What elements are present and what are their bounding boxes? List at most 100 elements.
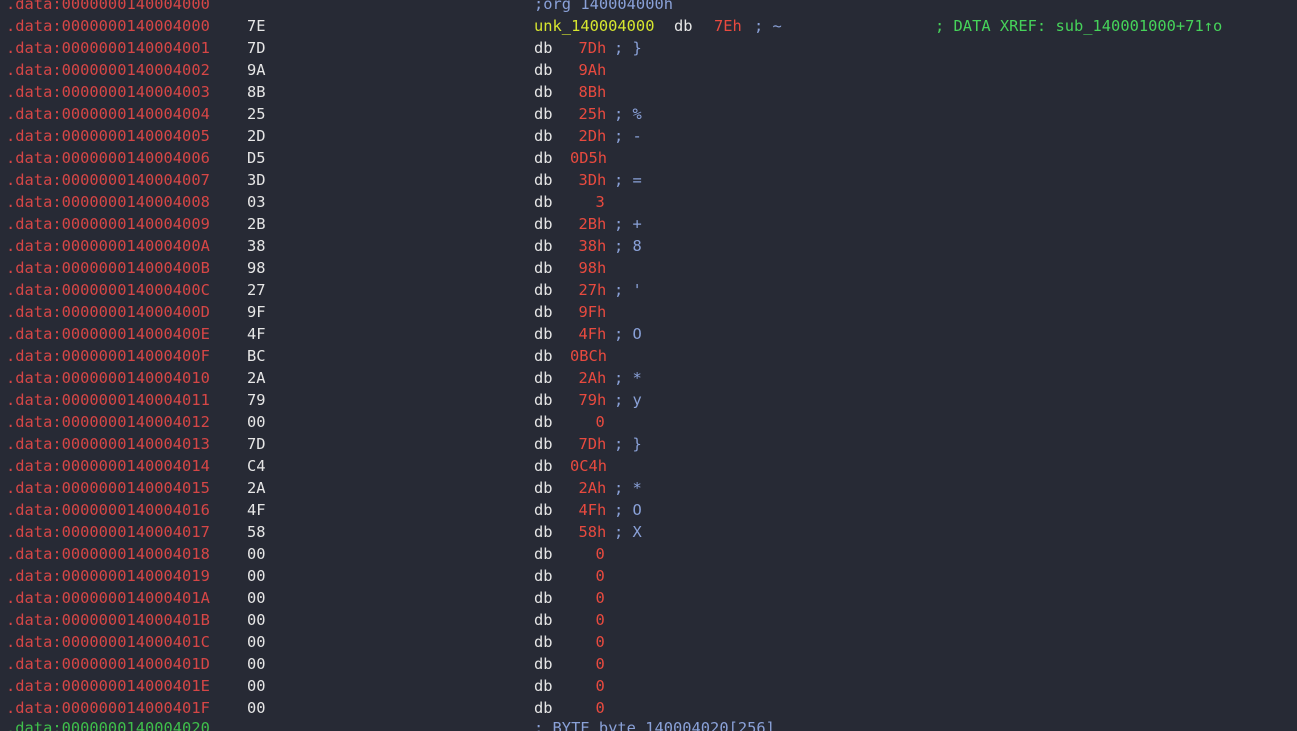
row-address: .data:0000000140004006 (6, 149, 210, 167)
listing-row[interactable]: .data:0000000140004017 58 db 58h ; X (0, 521, 1297, 543)
row-comment: ; = (614, 171, 642, 189)
listing-row[interactable]: .data:0000000140004012 00 db 0 (0, 411, 1297, 433)
row-comment: ; ~ (754, 17, 782, 35)
row-hex-byte: 00 (247, 567, 266, 585)
row-value: 0C4h (570, 457, 608, 475)
row-value: 7Dh (578, 435, 607, 453)
listing-row[interactable]: .data:0000000140004001 7D db 7Dh ; } (0, 37, 1297, 59)
listing-row[interactable]: .data:000000014000400E 4F db 4Fh ; O (0, 323, 1297, 345)
row-value: 0D5h (570, 149, 608, 167)
listing-row[interactable]: .data:0000000140004003 8B db 8Bh (0, 81, 1297, 103)
row-mnemonic: db (534, 611, 553, 629)
row-value: 7Eh (714, 17, 742, 35)
listing-row[interactable]: .data:000000014000400B 98 db 98h (0, 257, 1297, 279)
listing-row[interactable]: .data:0000000140004015 2A db 2Ah ; * (0, 477, 1297, 499)
listing-row[interactable]: .data:0000000140004014 C4 db 0C4h (0, 455, 1297, 477)
disassembly-listing[interactable]: .data:0000000140004000 ;org 140004000h .… (0, 0, 1297, 731)
org-directive: ;org 140004000h (534, 0, 673, 13)
row-comment: ; } (614, 435, 642, 453)
row-address: .data:000000014000401D (6, 655, 210, 673)
listing-row[interactable]: .data:0000000140004013 7D db 7Dh ; } (0, 433, 1297, 455)
row-xref-comment[interactable]: ; DATA XREF: sub_140001000+71↑o (935, 15, 1222, 37)
row-hex-byte: 98 (247, 259, 266, 277)
row-mnemonic: db (534, 633, 553, 651)
row-hex-byte: D5 (247, 149, 266, 167)
row-hex-byte: 2A (247, 479, 266, 497)
row-value: 0 (595, 611, 605, 629)
listing-row[interactable]: .data:000000014000401A 00 db 0 (0, 587, 1297, 609)
row-address: .data:0000000140004014 (6, 457, 210, 475)
row-address: .data:0000000140004015 (6, 479, 210, 497)
row-address: .data:0000000140004010 (6, 369, 210, 387)
row-address: .data:0000000140004008 (6, 193, 210, 211)
row-hex-byte: 3D (247, 171, 266, 189)
row-address: .data:0000000140004000 (6, 17, 210, 35)
listing-row[interactable]: .data:0000000140004010 2A db 2Ah ; * (0, 367, 1297, 389)
row-mnemonic: db (534, 457, 553, 475)
row-hex-byte: 00 (247, 677, 266, 695)
row-comment: ; ' (614, 281, 642, 299)
row-mnemonic: db (534, 325, 553, 343)
listing-row[interactable]: .data:0000000140004002 9A db 9Ah (0, 59, 1297, 81)
listing-row[interactable]: .data:0000000140004011 79 db 79h ; y (0, 389, 1297, 411)
row-hex-byte: 58 (247, 523, 266, 541)
listing-row-org[interactable]: .data:0000000140004000 ;org 140004000h (0, 0, 1297, 15)
row-hex-byte: 2D (247, 127, 266, 145)
listing-row[interactable]: .data:000000014000401B 00 db 0 (0, 609, 1297, 631)
listing-row[interactable]: .data:0000000140004004 25 db 25h ; % (0, 103, 1297, 125)
row-value: 4Fh (578, 501, 607, 519)
row-value: 9Fh (578, 303, 607, 321)
row-hex-byte: 00 (247, 633, 266, 651)
row-value: 3 (595, 193, 605, 211)
row-comment: ; O (614, 325, 642, 343)
listing-row[interactable]: .data:0000000140004008 03 db 3 (0, 191, 1297, 213)
listing-row[interactable]: .data:000000014000400F BC db 0BCh (0, 345, 1297, 367)
listing-row[interactable]: .data:0000000140004007 3D db 3Dh ; = (0, 169, 1297, 191)
row-value: 0BCh (570, 347, 608, 365)
row-hex-byte: 00 (247, 655, 266, 673)
row-label[interactable]: unk_140004000 (534, 15, 654, 37)
row-mnemonic: db (534, 391, 553, 409)
row-mnemonic: db (534, 149, 553, 167)
row-mnemonic: db (534, 193, 553, 211)
row-address: .data:0000000140004019 (6, 567, 210, 585)
listing-row[interactable]: .data:000000014000401F 00 db 0 (0, 697, 1297, 719)
row-address: .data:0000000140004009 (6, 215, 210, 233)
row-hex-byte: 9A (247, 61, 266, 79)
row-mnemonic: db (534, 435, 553, 453)
row-comment: ; - (614, 127, 642, 145)
row-mnemonic: db (534, 413, 553, 431)
row-value: 0 (595, 413, 605, 431)
row-value: 2Bh (578, 215, 607, 233)
listing-row[interactable]: .data:000000014000401E 00 db 0 (0, 675, 1297, 697)
row-comment: ; O (614, 501, 642, 519)
row-mnemonic: db (534, 127, 553, 145)
listing-row[interactable]: .data:0000000140004000 7E unk_140004000 db 7… (0, 15, 1297, 37)
listing-row[interactable]: .data:000000014000401D 00 db 0 (0, 653, 1297, 675)
listing-row[interactable]: .data:000000014000400C 27 db 27h ; ' (0, 279, 1297, 301)
listing-row[interactable]: .data:0000000140004009 2B db 2Bh ; + (0, 213, 1297, 235)
row-mnemonic: db (534, 347, 553, 365)
row-mnemonic: db (534, 501, 553, 519)
listing-row[interactable]: .data:0000000140004006 D5 db 0D5h (0, 147, 1297, 169)
listing-row[interactable]: .data:000000014000400A 38 db 38h ; 8 (0, 235, 1297, 257)
listing-row[interactable]: .data:0000000140004019 00 db 0 (0, 565, 1297, 587)
row-value: 0 (595, 655, 605, 673)
row-address: .data:000000014000400C (6, 281, 210, 299)
listing-row[interactable]: .data:000000014000400D 9F db 9Fh (0, 301, 1297, 323)
listing-row-footer[interactable]: .data:0000000140004020 ; BYTE byte_14000… (0, 717, 1297, 731)
listing-row[interactable]: .data:0000000140004005 2D db 2Dh ; - (0, 125, 1297, 147)
listing-row[interactable]: .data:0000000140004018 00 db 0 (0, 543, 1297, 565)
listing-row[interactable]: .data:000000014000401C 00 db 0 (0, 631, 1297, 653)
row-value: 98h (578, 259, 607, 277)
row-hex-byte: 2A (247, 369, 266, 387)
row-hex-byte: 4F (247, 501, 266, 519)
row-hex-byte: 8B (247, 83, 266, 101)
row-mnemonic: db (534, 61, 553, 79)
listing-row[interactable]: .data:0000000140004016 4F db 4Fh ; O (0, 499, 1297, 521)
row-comment: ; * (614, 369, 642, 387)
row-mnemonic: db (534, 171, 553, 189)
row-comment: ; + (614, 215, 642, 233)
row-value: 0 (595, 633, 605, 651)
row-value: 38h (578, 237, 607, 255)
